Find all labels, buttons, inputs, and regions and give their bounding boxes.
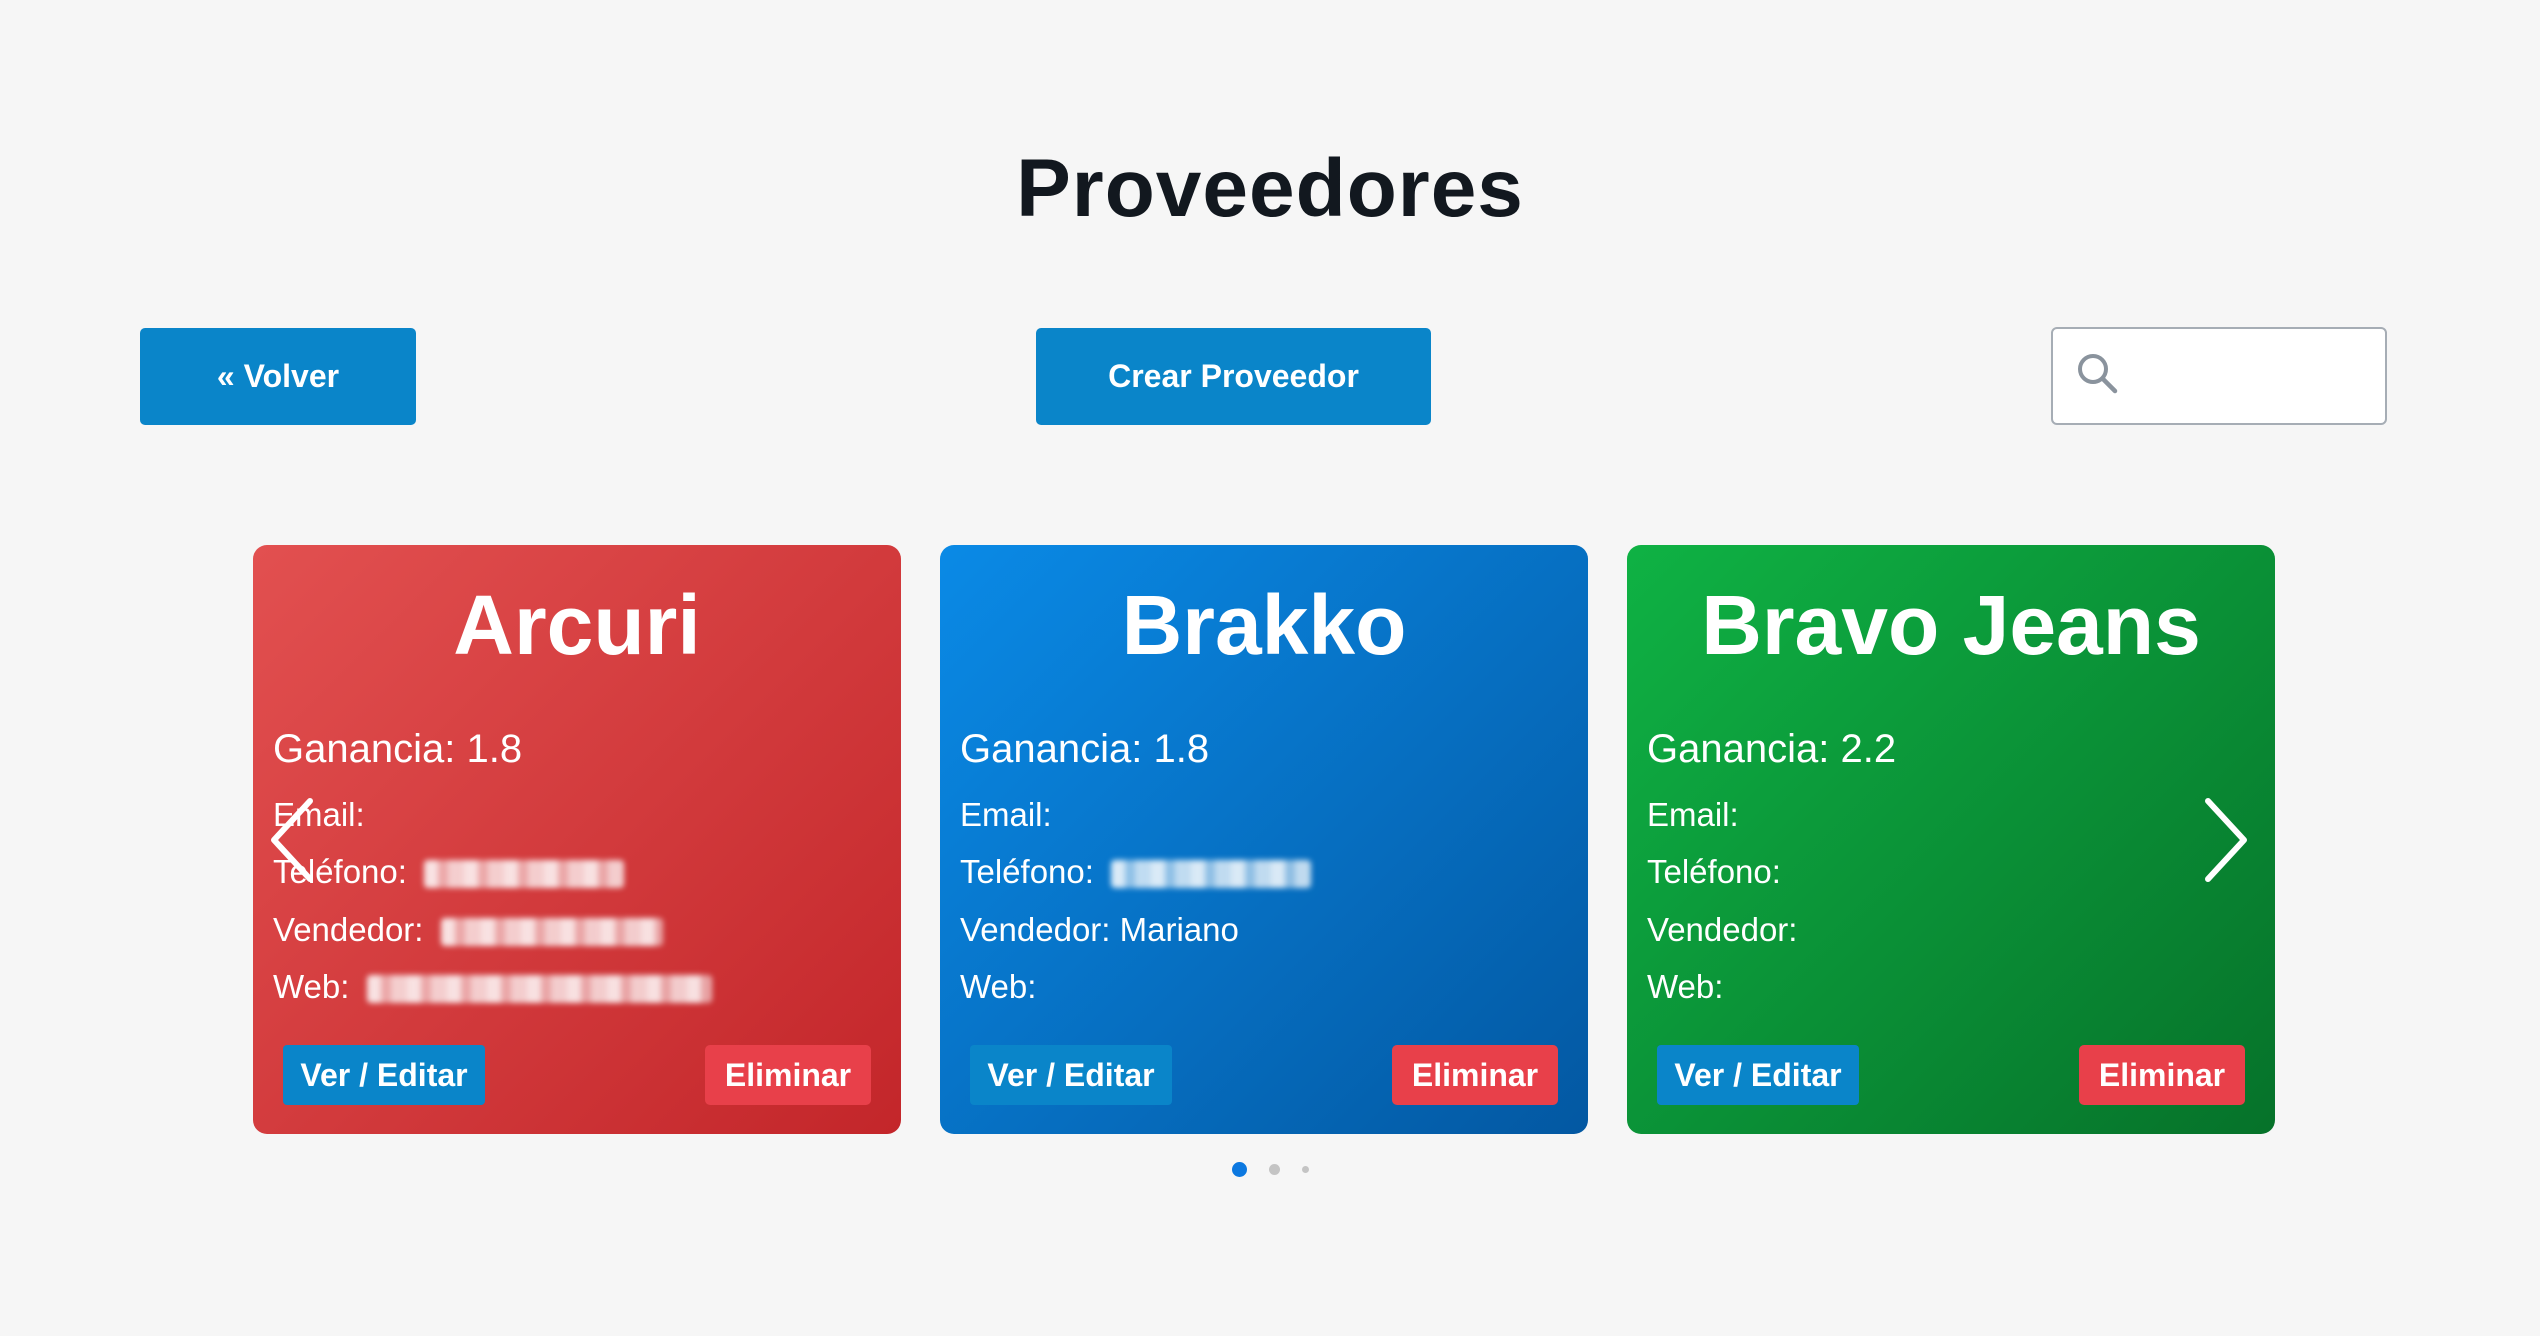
provider-web: Web: [273, 967, 712, 1007]
pagination-dot[interactable] [1301, 1166, 1309, 1173]
web-label: Web: [960, 968, 1037, 1005]
provider-seller: Vendedor: [1647, 910, 1797, 950]
gain-label: Ganancia: [960, 727, 1143, 771]
back-button[interactable]: « Volver [140, 328, 416, 425]
chevron-right-icon[interactable] [2192, 795, 2252, 885]
provider-card: Brakko Ganancia: 1.8 Email: Teléfono: Ve… [940, 545, 1588, 1134]
provider-gain: Ganancia: 2.2 [1647, 725, 1896, 773]
web-label: Web: [1647, 968, 1724, 1005]
gain-label: Ganancia: [1647, 727, 1830, 771]
search-icon [2078, 354, 2118, 394]
provider-card: Arcuri Ganancia: 1.8 Email: Teléfono: Ve… [253, 545, 901, 1134]
provider-name: Bravo Jeans [1701, 578, 2201, 672]
phone-redacted [424, 860, 625, 889]
web-redacted [366, 975, 712, 1004]
provider-phone: Teléfono: [960, 852, 1312, 892]
phone-label: Teléfono: [960, 853, 1094, 890]
provider-email: Email: [960, 795, 1052, 835]
pagination-dot[interactable] [1268, 1164, 1280, 1175]
provider-seller: Vendedor: [273, 910, 663, 950]
phone-redacted [1111, 860, 1312, 889]
search-input[interactable] [2139, 329, 2383, 425]
provider-name: Brakko [1121, 578, 1407, 672]
phone-label: Teléfono: [1647, 853, 1781, 890]
gain-value: 1.8 [1153, 727, 1210, 771]
carousel-pagination [0, 1162, 2540, 1177]
seller-value: Mariano [1119, 911, 1239, 948]
email-label: Email: [1647, 796, 1739, 833]
provider-phone: Teléfono: [1647, 852, 1781, 892]
edit-button[interactable]: Ver / Editar [1657, 1045, 1859, 1105]
gain-label: Ganancia: [273, 727, 456, 771]
provider-gain: Ganancia: 1.8 [960, 725, 1209, 773]
provider-web: Web: [1647, 967, 1723, 1007]
provider-seller: Vendedor: Mariano [960, 910, 1239, 950]
email-label: Email: [960, 796, 1052, 833]
create-provider-button[interactable]: Crear Proveedor [1036, 328, 1431, 425]
delete-button[interactable]: Eliminar [2079, 1045, 2245, 1105]
delete-button[interactable]: Eliminar [1392, 1045, 1558, 1105]
edit-button[interactable]: Ver / Editar [970, 1045, 1172, 1105]
web-label: Web: [273, 968, 350, 1005]
provider-name: Arcuri [453, 578, 701, 672]
gain-value: 2.2 [1840, 727, 1897, 771]
gain-value: 1.8 [466, 727, 523, 771]
provider-web: Web: [960, 967, 1036, 1007]
seller-label: Vendedor: [960, 911, 1111, 948]
delete-button[interactable]: Eliminar [705, 1045, 871, 1105]
edit-button[interactable]: Ver / Editar [283, 1045, 485, 1105]
provider-gain: Ganancia: 1.8 [273, 725, 522, 773]
search-box[interactable] [2051, 327, 2387, 425]
provider-email: Email: [1647, 795, 1739, 835]
seller-redacted [440, 918, 663, 947]
page-title: Proveedores [1016, 143, 1524, 234]
seller-label: Vendedor: [273, 911, 424, 948]
chevron-left-icon[interactable] [266, 795, 326, 885]
seller-label: Vendedor: [1647, 911, 1798, 948]
pagination-dot-active[interactable] [1231, 1162, 1247, 1177]
provider-card: Bravo Jeans Ganancia: 2.2 Email: Teléfon… [1627, 545, 2275, 1134]
